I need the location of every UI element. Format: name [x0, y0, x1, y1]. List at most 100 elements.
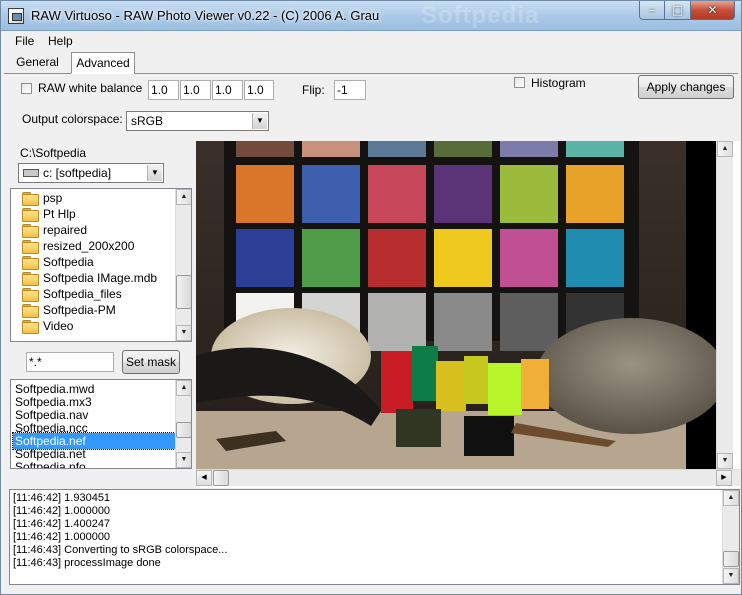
- folder-icon: [22, 224, 39, 238]
- color-patch: [566, 141, 624, 157]
- wb-blue-field[interactable]: 1.0: [212, 80, 243, 100]
- output-colorspace-select[interactable]: sRGB ▼: [126, 111, 269, 131]
- folder-name: Softpedia-PM: [43, 303, 116, 317]
- histogram-label: Histogram: [531, 76, 586, 90]
- folder-icon: [22, 208, 39, 222]
- folder-name: Softpedia_files: [43, 287, 122, 301]
- current-path: C:\Softpedia: [20, 146, 87, 160]
- mask-input[interactable]: *.*: [26, 352, 114, 372]
- drive-select[interactable]: c: [softpedia] ▼: [18, 163, 164, 183]
- list-item[interactable]: Softpedia.nfo: [13, 459, 175, 468]
- color-patch: [500, 229, 558, 287]
- output-colorspace-label: Output colorspace:: [22, 112, 123, 126]
- scroll-thumb[interactable]: [176, 275, 191, 309]
- title-bar[interactable]: RAW Virtuoso - RAW Photo Viewer v0.22 - …: [1, 1, 741, 31]
- log-output[interactable]: [11:46:42] 1.930451 [11:46:42] 1.000000 …: [9, 489, 740, 585]
- color-patch: [302, 165, 360, 223]
- log-line: [11:46:42] 1.000000: [13, 505, 111, 517]
- file-browser-panel: C:\Softpedia c: [softpedia] ▼ psp Pt Hlp…: [4, 141, 193, 487]
- scroll-right-icon[interactable]: ▶: [716, 470, 732, 486]
- histogram-checkbox[interactable]: [514, 77, 525, 88]
- color-patch: [236, 229, 294, 287]
- folder-list-scrollbar[interactable]: ▲ ▼: [175, 189, 191, 341]
- apply-changes-button[interactable]: Apply changes: [638, 75, 734, 99]
- chevron-down-icon: ▼: [252, 113, 267, 129]
- maximize-icon: □: [671, 3, 684, 17]
- color-patch: [500, 293, 558, 351]
- scroll-up-icon[interactable]: ▲: [723, 490, 739, 506]
- maximize-button[interactable]: □: [665, 1, 691, 20]
- folder-icon: [22, 192, 39, 206]
- scroll-down-icon[interactable]: ▼: [176, 452, 191, 468]
- minimize-icon: –: [649, 3, 655, 17]
- flip-label: Flip:: [302, 83, 325, 97]
- color-patch: [368, 229, 426, 287]
- list-item[interactable]: Softpedia-PM: [11, 302, 176, 318]
- image-viewer[interactable]: ▲ ▼ ◀ ▶: [196, 141, 740, 488]
- log-line: [11:46:43] processImage done: [13, 557, 161, 569]
- scroll-thumb[interactable]: [213, 470, 229, 486]
- color-patch: [566, 165, 624, 223]
- viewer-horizontal-scrollbar[interactable]: ◀ ▶: [196, 469, 740, 486]
- list-item[interactable]: psp: [11, 190, 176, 206]
- color-patch: [368, 293, 426, 351]
- close-icon: ✕: [707, 3, 718, 17]
- tab-general[interactable]: General: [10, 53, 65, 73]
- raw-white-balance-label: RAW white balance: [38, 81, 143, 95]
- menu-file[interactable]: File: [15, 34, 34, 48]
- folder-name: Pt Hlp: [43, 207, 76, 221]
- scroll-down-icon[interactable]: ▼: [717, 453, 733, 469]
- output-colorspace-value: sRGB: [131, 114, 164, 128]
- scroll-down-icon[interactable]: ▼: [723, 568, 739, 584]
- photo-preview: [196, 141, 716, 469]
- color-patch: [302, 229, 360, 287]
- color-patch: [236, 165, 294, 223]
- color-patch: [434, 141, 492, 157]
- list-item[interactable]: repaired: [11, 222, 176, 238]
- scroll-thumb[interactable]: [176, 422, 191, 438]
- folder-icon: [22, 256, 39, 270]
- list-item[interactable]: resized_200x200: [11, 238, 176, 254]
- color-patch: [368, 165, 426, 223]
- set-mask-button[interactable]: Set mask: [122, 350, 180, 374]
- color-patch: [500, 141, 558, 157]
- scroll-up-icon[interactable]: ▲: [176, 189, 191, 205]
- list-item[interactable]: Softpedia_files: [11, 286, 176, 302]
- folder-name: Softpedia: [43, 255, 94, 269]
- log-line: [11:46:42] 1.400247: [13, 518, 111, 530]
- scroll-thumb[interactable]: [723, 551, 739, 567]
- folder-name: Video: [43, 319, 74, 333]
- tab-advanced[interactable]: Advanced: [71, 52, 135, 74]
- file-list[interactable]: Softpedia.mwd Softpedia.mx3 Softpedia.na…: [10, 379, 192, 469]
- wb-green2-field[interactable]: 1.0: [244, 80, 274, 100]
- log-line: [11:46:42] 1.930451: [13, 492, 111, 504]
- wb-red-field[interactable]: 1.0: [148, 80, 179, 100]
- minimize-button[interactable]: –: [639, 1, 665, 20]
- list-item[interactable]: Video: [11, 318, 176, 334]
- folder-icon: [22, 288, 39, 302]
- raw-white-balance-checkbox[interactable]: [21, 83, 32, 94]
- scroll-up-icon[interactable]: ▲: [176, 380, 191, 396]
- viewer-vertical-scrollbar[interactable]: ▲ ▼: [716, 141, 733, 469]
- list-item[interactable]: Softpedia IMage.mdb: [11, 270, 176, 286]
- folder-name: Softpedia IMage.mdb: [43, 271, 158, 285]
- color-patch: [566, 229, 624, 287]
- color-patch: [368, 141, 426, 157]
- folder-icon: [22, 272, 39, 286]
- folder-list[interactable]: psp Pt Hlp repaired resized_200x200 Soft…: [10, 188, 192, 342]
- scroll-down-icon[interactable]: ▼: [176, 325, 191, 341]
- wb-green1-field[interactable]: 1.0: [180, 80, 211, 100]
- list-item[interactable]: Softpedia: [11, 254, 176, 270]
- list-item[interactable]: Pt Hlp: [11, 206, 176, 222]
- menu-help[interactable]: Help: [48, 34, 73, 48]
- color-patch: [434, 165, 492, 223]
- drive-icon: [23, 169, 39, 177]
- log-scrollbar[interactable]: ▲ ▼: [722, 490, 739, 584]
- folder-name: psp: [43, 191, 63, 205]
- menu-bar: File Help: [1, 31, 741, 50]
- scroll-up-icon[interactable]: ▲: [717, 141, 733, 157]
- close-button[interactable]: ✕: [691, 1, 735, 20]
- flip-field[interactable]: -1: [334, 80, 366, 100]
- file-list-scrollbar[interactable]: ▲ ▼: [175, 380, 191, 468]
- scroll-left-icon[interactable]: ◀: [196, 470, 212, 486]
